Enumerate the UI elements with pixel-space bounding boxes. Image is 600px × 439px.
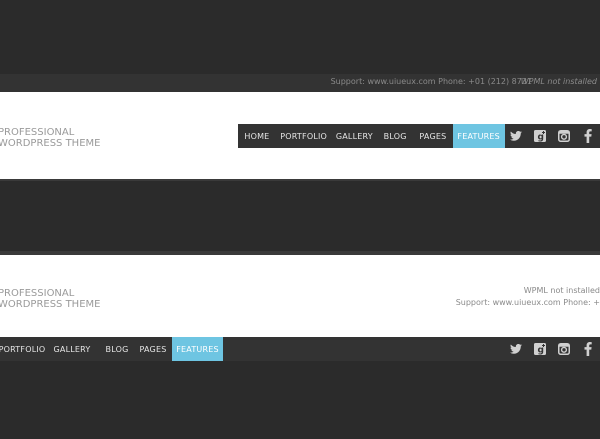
instagram-link[interactable] — [552, 337, 576, 361]
google-plus-link[interactable]: g — [528, 124, 552, 148]
logo-line-2: WORDPRESS THEME — [0, 299, 101, 310]
nav-item-features[interactable]: FEATURES — [452, 124, 505, 148]
support-contact-text: Support: www.uiueux.com Phone: +01 (212)… — [330, 77, 532, 86]
google-plus-icon: g — [534, 343, 546, 355]
site-logo[interactable]: PROFESSIONAL WORDPRESS THEME — [0, 127, 100, 149]
twitter-link[interactable] — [505, 124, 529, 148]
nav-item-pages[interactable]: PAGES — [134, 337, 172, 361]
nav-item-gallery[interactable]: GALLERY — [331, 124, 377, 148]
instagram-icon — [558, 343, 570, 355]
svg-text:g: g — [538, 133, 544, 143]
nav-bar-v2: PORTFOLIO GALLERY BLOG PAGES FEATURES g — [0, 337, 600, 361]
facebook-icon — [584, 342, 592, 356]
logo-line-2: WORDPRESS THEME — [0, 138, 101, 149]
instagram-link[interactable] — [552, 124, 576, 148]
nav-item-blog[interactable]: BLOG — [100, 337, 134, 361]
google-plus-link[interactable]: g — [528, 337, 552, 361]
google-plus-icon: g — [534, 130, 547, 143]
top-info-bar: Support: www.uiueux.com Phone: +01 (212)… — [0, 74, 600, 92]
nav-item-blog[interactable]: BLOG — [377, 124, 413, 148]
header-v1: PROFESSIONAL WORDPRESS THEME HOME PORTFO… — [0, 92, 600, 179]
twitter-icon — [510, 131, 523, 141]
social-links: g — [504, 337, 600, 361]
logo-line-1: PROFESSIONAL — [0, 127, 75, 138]
page: { "header_v1": { "topbar": { "support": … — [0, 0, 600, 439]
twitter-icon — [510, 344, 522, 354]
nav-item-portfolio[interactable]: PORTFOLIO — [276, 124, 332, 148]
logo-line-1: PROFESSIONAL — [0, 288, 75, 299]
main-nav: PORTFOLIO GALLERY BLOG PAGES FEATURES — [0, 337, 223, 361]
nav-item-gallery[interactable]: GALLERY — [44, 337, 100, 361]
divider-line — [0, 179, 600, 181]
facebook-icon — [584, 129, 592, 143]
wpml-notice: WPML not installed — [520, 77, 597, 86]
support-contact-text: Support: www.uiueux.com Phone: + — [455, 298, 600, 307]
nav-item-pages[interactable]: PAGES — [413, 124, 453, 148]
twitter-link[interactable] — [504, 337, 528, 361]
instagram-icon — [558, 130, 571, 142]
site-logo[interactable]: PROFESSIONAL WORDPRESS THEME — [0, 288, 100, 310]
header-v2: PROFESSIONAL WORDPRESS THEME WPML not in… — [0, 255, 600, 337]
nav-item-home[interactable]: HOME — [238, 124, 276, 148]
wpml-notice: WPML not installed — [523, 286, 600, 295]
svg-text:g: g — [538, 346, 544, 356]
facebook-link[interactable] — [576, 124, 600, 148]
main-nav: HOME PORTFOLIO GALLERY BLOG PAGES FEATUR… — [238, 124, 600, 148]
nav-item-portfolio[interactable]: PORTFOLIO — [0, 337, 45, 361]
facebook-link[interactable] — [576, 337, 600, 361]
nav-item-features[interactable]: FEATURES — [172, 337, 223, 361]
